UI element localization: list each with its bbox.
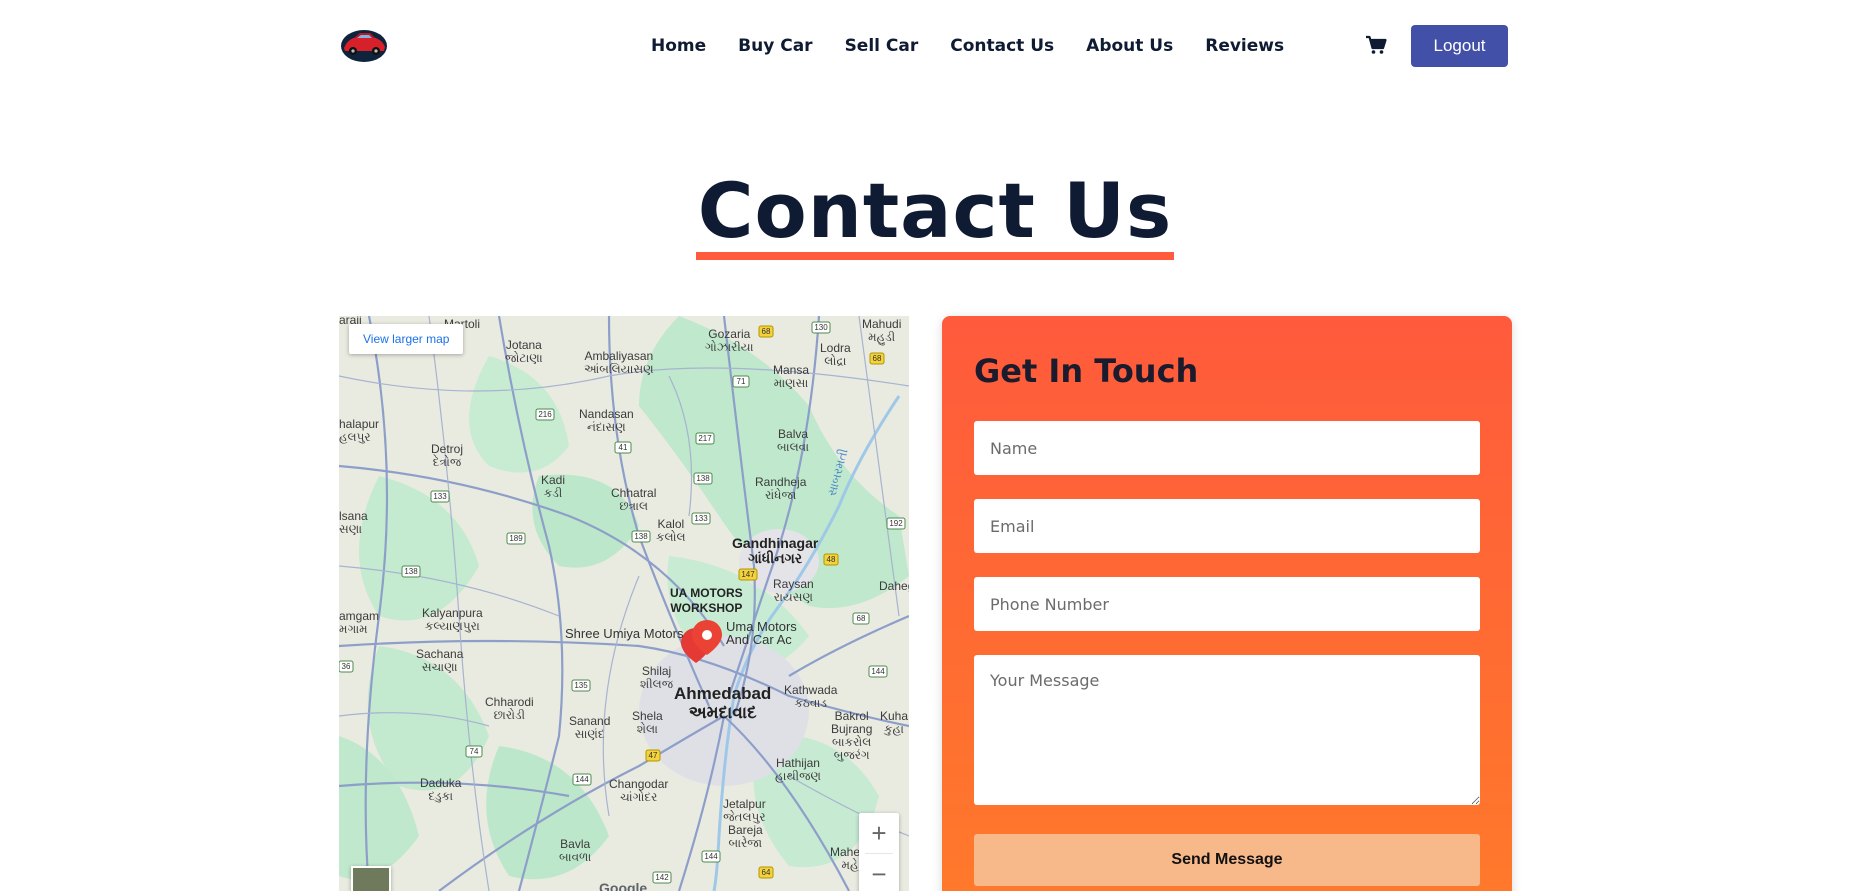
map-label-hathijan: Hathijan હાથીજણ: [775, 756, 821, 783]
page-title-wrap: Contact Us: [0, 170, 1870, 260]
map-label-mahudi: Mahudi મહુડી: [862, 317, 902, 344]
svg-text:216: 216: [538, 410, 552, 419]
embedded-map[interactable]: 216 41 217 71 130 68 68 138 133 133 138 …: [339, 316, 909, 891]
main-nav: Home Buy Car Sell Car Contact Us About U…: [651, 36, 1316, 56]
svg-text:133: 133: [433, 492, 447, 501]
nav-sell-car[interactable]: Sell Car: [845, 36, 919, 56]
red-car-logo-icon[interactable]: [338, 26, 390, 64]
svg-text:74: 74: [470, 747, 479, 756]
map-label-gozaria: Gozaria ગોઝારીયા: [705, 327, 754, 354]
svg-text:138: 138: [696, 474, 710, 483]
contact-form-card: Get In Touch Send Message: [942, 316, 1512, 891]
svg-text:144: 144: [575, 775, 589, 784]
map-label-balva: Balva બાલવા: [777, 427, 810, 454]
map-label-mansa: Mansa માણસા: [773, 363, 810, 390]
map-label-daduka: Daduka દડુકા: [420, 776, 462, 803]
svg-text:133: 133: [694, 514, 708, 523]
map-label-detroj: Detroj દેત્રોજ: [431, 442, 464, 469]
map-canvas[interactable]: 216 41 217 71 130 68 68 138 133 133 138 …: [339, 316, 909, 891]
map-label-kuha: Kuha કુહા: [880, 709, 909, 736]
map-label-dahegam: Daheg: [879, 579, 909, 593]
nav-about-us[interactable]: About Us: [1086, 36, 1173, 56]
map-label-lodra: Lodra લોદ્રા: [820, 341, 851, 368]
map-label-bavla: Bavla બાવળા: [559, 837, 592, 864]
map-label-jetalpur: Jetalpur જેતલપુર: [723, 797, 766, 824]
svg-text:144: 144: [871, 667, 885, 676]
nav-buy-car[interactable]: Buy Car: [738, 36, 812, 56]
svg-text:47: 47: [649, 751, 658, 760]
logout-button[interactable]: Logout: [1411, 25, 1508, 67]
site-header: Home Buy Car Sell Car Contact Us About U…: [0, 0, 1870, 92]
map-label-ua-motors: UA MOTORS WORKSHOP: [670, 586, 743, 615]
map-label-shree-umiya: Shree Umiya Motors: [565, 626, 684, 641]
map-label-halapur: halapur હલપુર: [339, 417, 380, 444]
phone-field[interactable]: [974, 577, 1480, 631]
map-label-ahmedabad: Ahmedabad અમદાવાદ: [674, 684, 772, 722]
zoom-out-button[interactable]: −: [859, 854, 899, 891]
map-label-uma-motors: Uma Motors And Car Ac: [726, 619, 797, 647]
map-label-amgam: amgam મગામ: [339, 609, 380, 636]
nav-contact-us[interactable]: Contact Us: [950, 36, 1054, 56]
map-label-sachana: Sachana સચાણા: [416, 647, 464, 674]
svg-text:144: 144: [704, 852, 718, 861]
map-label-raysan: Raysan રાયસણ: [773, 577, 814, 604]
zoom-in-button[interactable]: +: [859, 813, 899, 853]
map-label-chhatral: Chhatral છત્રાલ: [611, 486, 657, 513]
svg-text:68: 68: [873, 354, 882, 363]
map-zoom-controls: + −: [859, 813, 899, 891]
map-label-shilaj: Shilaj શીલજ: [640, 664, 674, 691]
view-larger-map-link[interactable]: View larger map: [349, 324, 464, 354]
map-label-isana: lsana સણા: [339, 509, 368, 536]
svg-text:138: 138: [404, 567, 418, 576]
map-label-kalyanpura: Kalyanpura કલ્યાણપુરા: [422, 606, 483, 633]
map-layer-toggle[interactable]: [351, 866, 391, 891]
nav-home[interactable]: Home: [651, 36, 706, 56]
google-attribution: Google: [599, 880, 648, 891]
svg-text:64: 64: [762, 868, 771, 877]
map-label-changodar: Changodar ચાંગોદર: [609, 777, 669, 804]
svg-text:135: 135: [574, 681, 588, 690]
nav-reviews[interactable]: Reviews: [1205, 36, 1284, 56]
svg-text:48: 48: [827, 555, 836, 564]
map-label-ambaliyasan: Ambaliyasan આંબલિયાસણ: [584, 349, 654, 376]
email-field[interactable]: [974, 499, 1480, 553]
map-label-sanand: Sanand સાણંદ: [569, 714, 611, 741]
map-label-jotana: Jotana જોટાણા: [505, 338, 543, 365]
message-field[interactable]: [974, 655, 1480, 805]
map-label-bareja: Bareja બારેજા: [728, 823, 763, 850]
map-label-chharodi: Chharodi છારોડી: [485, 695, 534, 722]
shopping-cart-icon[interactable]: [1365, 35, 1387, 55]
svg-text:147: 147: [741, 570, 755, 579]
svg-text:36: 36: [342, 662, 351, 671]
map-label-kadi: Kadi કડી: [541, 473, 566, 500]
map-label-bakrol: Bakrol Bujrang બાકરોલ બુજરંગ: [831, 709, 873, 762]
svg-text:71: 71: [737, 377, 746, 386]
name-field[interactable]: [974, 421, 1480, 475]
map-label-nandasan: Nandasan નંદાસણ: [579, 407, 634, 434]
map-label-kathwada: Kathwada કઠવાડ: [784, 683, 838, 710]
map-label-shela: Shela શેલા: [632, 709, 663, 736]
send-message-button[interactable]: Send Message: [974, 834, 1480, 886]
svg-text:138: 138: [634, 532, 648, 541]
svg-text:142: 142: [655, 873, 669, 882]
svg-text:41: 41: [619, 443, 628, 452]
map-label-randheja: Randheja રાંધેજા: [755, 475, 807, 502]
svg-text:192: 192: [889, 519, 903, 528]
svg-text:217: 217: [698, 434, 712, 443]
svg-text:68: 68: [857, 614, 866, 623]
svg-text:68: 68: [762, 327, 771, 336]
map-label-gandhinagar: Gandhinagar ગાંધીનગર: [732, 535, 819, 566]
page-title: Contact Us: [695, 170, 1175, 260]
svg-text:189: 189: [509, 534, 523, 543]
form-heading: Get In Touch: [974, 352, 1199, 390]
map-label-kalol: Kalol કલોલ: [656, 517, 686, 544]
svg-text:130: 130: [814, 323, 828, 332]
